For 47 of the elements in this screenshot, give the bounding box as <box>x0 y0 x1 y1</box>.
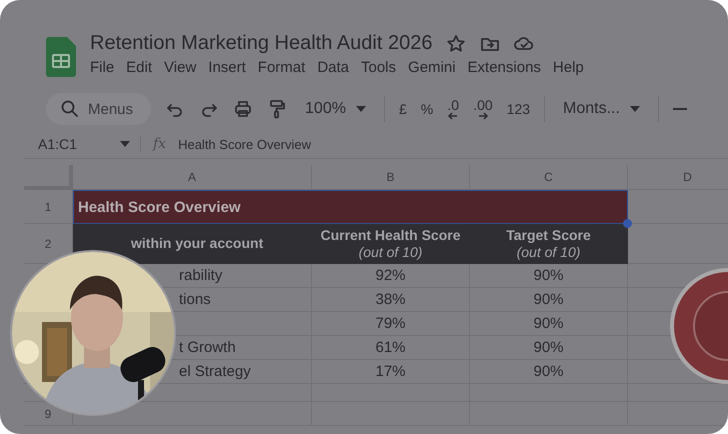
caret-icon[interactable] <box>120 141 130 147</box>
menu-item[interactable]: File <box>87 57 124 78</box>
name-box[interactable]: A1:C1 <box>38 136 77 152</box>
dropdown[interactable]: 100% <box>301 100 370 118</box>
arrow-icon <box>476 112 489 120</box>
format-button[interactable]: % <box>420 101 434 117</box>
format-button[interactable]: £ <box>398 101 407 117</box>
search-icon[interactable] <box>60 99 80 119</box>
table-cell: 17% <box>312 360 470 384</box>
sheets-logo-icon[interactable] <box>46 37 76 77</box>
table-cell: 92% <box>312 264 470 288</box>
arrow-icon <box>447 112 460 120</box>
table-cell: 90% <box>470 312 628 336</box>
table-cell: 90% <box>470 360 628 384</box>
format-button[interactable]: 123 <box>506 101 530 117</box>
header-cell: within your account <box>73 224 312 264</box>
formula-content[interactable]: Health Score Overview <box>178 136 312 152</box>
menu-item[interactable]: Insert <box>205 57 255 78</box>
menu-item[interactable]: Format <box>254 57 314 78</box>
caret-icon <box>630 106 640 112</box>
dropdown[interactable]: Monts... <box>559 100 644 118</box>
table-cell: 90% <box>470 288 628 312</box>
decimal-button[interactable]: .0 <box>447 98 460 120</box>
paint-format-icon[interactable] <box>267 99 288 119</box>
decimal-button[interactable]: .00 <box>473 98 493 120</box>
menu-item[interactable]: Extensions <box>464 57 550 78</box>
table-cell: 90% <box>470 336 628 360</box>
selection-handle[interactable] <box>623 219 632 228</box>
table-cell: 61% <box>312 336 470 360</box>
menu-item[interactable]: View <box>161 57 206 78</box>
table-cell: 90% <box>470 264 628 288</box>
table-cell: 79% <box>312 312 470 336</box>
table-cell: 38% <box>312 288 470 312</box>
header-cell: Current Health Score (out of 10) <box>312 224 470 264</box>
star-icon[interactable] <box>446 34 466 54</box>
minus-icon[interactable] <box>672 107 687 111</box>
menu-item[interactable]: Data <box>314 57 358 78</box>
document-title[interactable]: Retention Marketing Health Audit 2026 <box>90 32 432 55</box>
print-icon[interactable] <box>233 99 254 119</box>
column-header[interactable]: D <box>628 165 728 190</box>
menu-item[interactable]: Edit <box>123 57 162 78</box>
menu-item[interactable]: Tools <box>358 57 406 78</box>
header-cell: Target Score (out of 10) <box>470 224 628 264</box>
menu-item[interactable]: Gemini <box>405 57 465 78</box>
caret-icon <box>356 106 366 112</box>
search-field[interactable]: Menus <box>46 93 152 125</box>
menu-item[interactable]: Help <box>550 57 593 78</box>
